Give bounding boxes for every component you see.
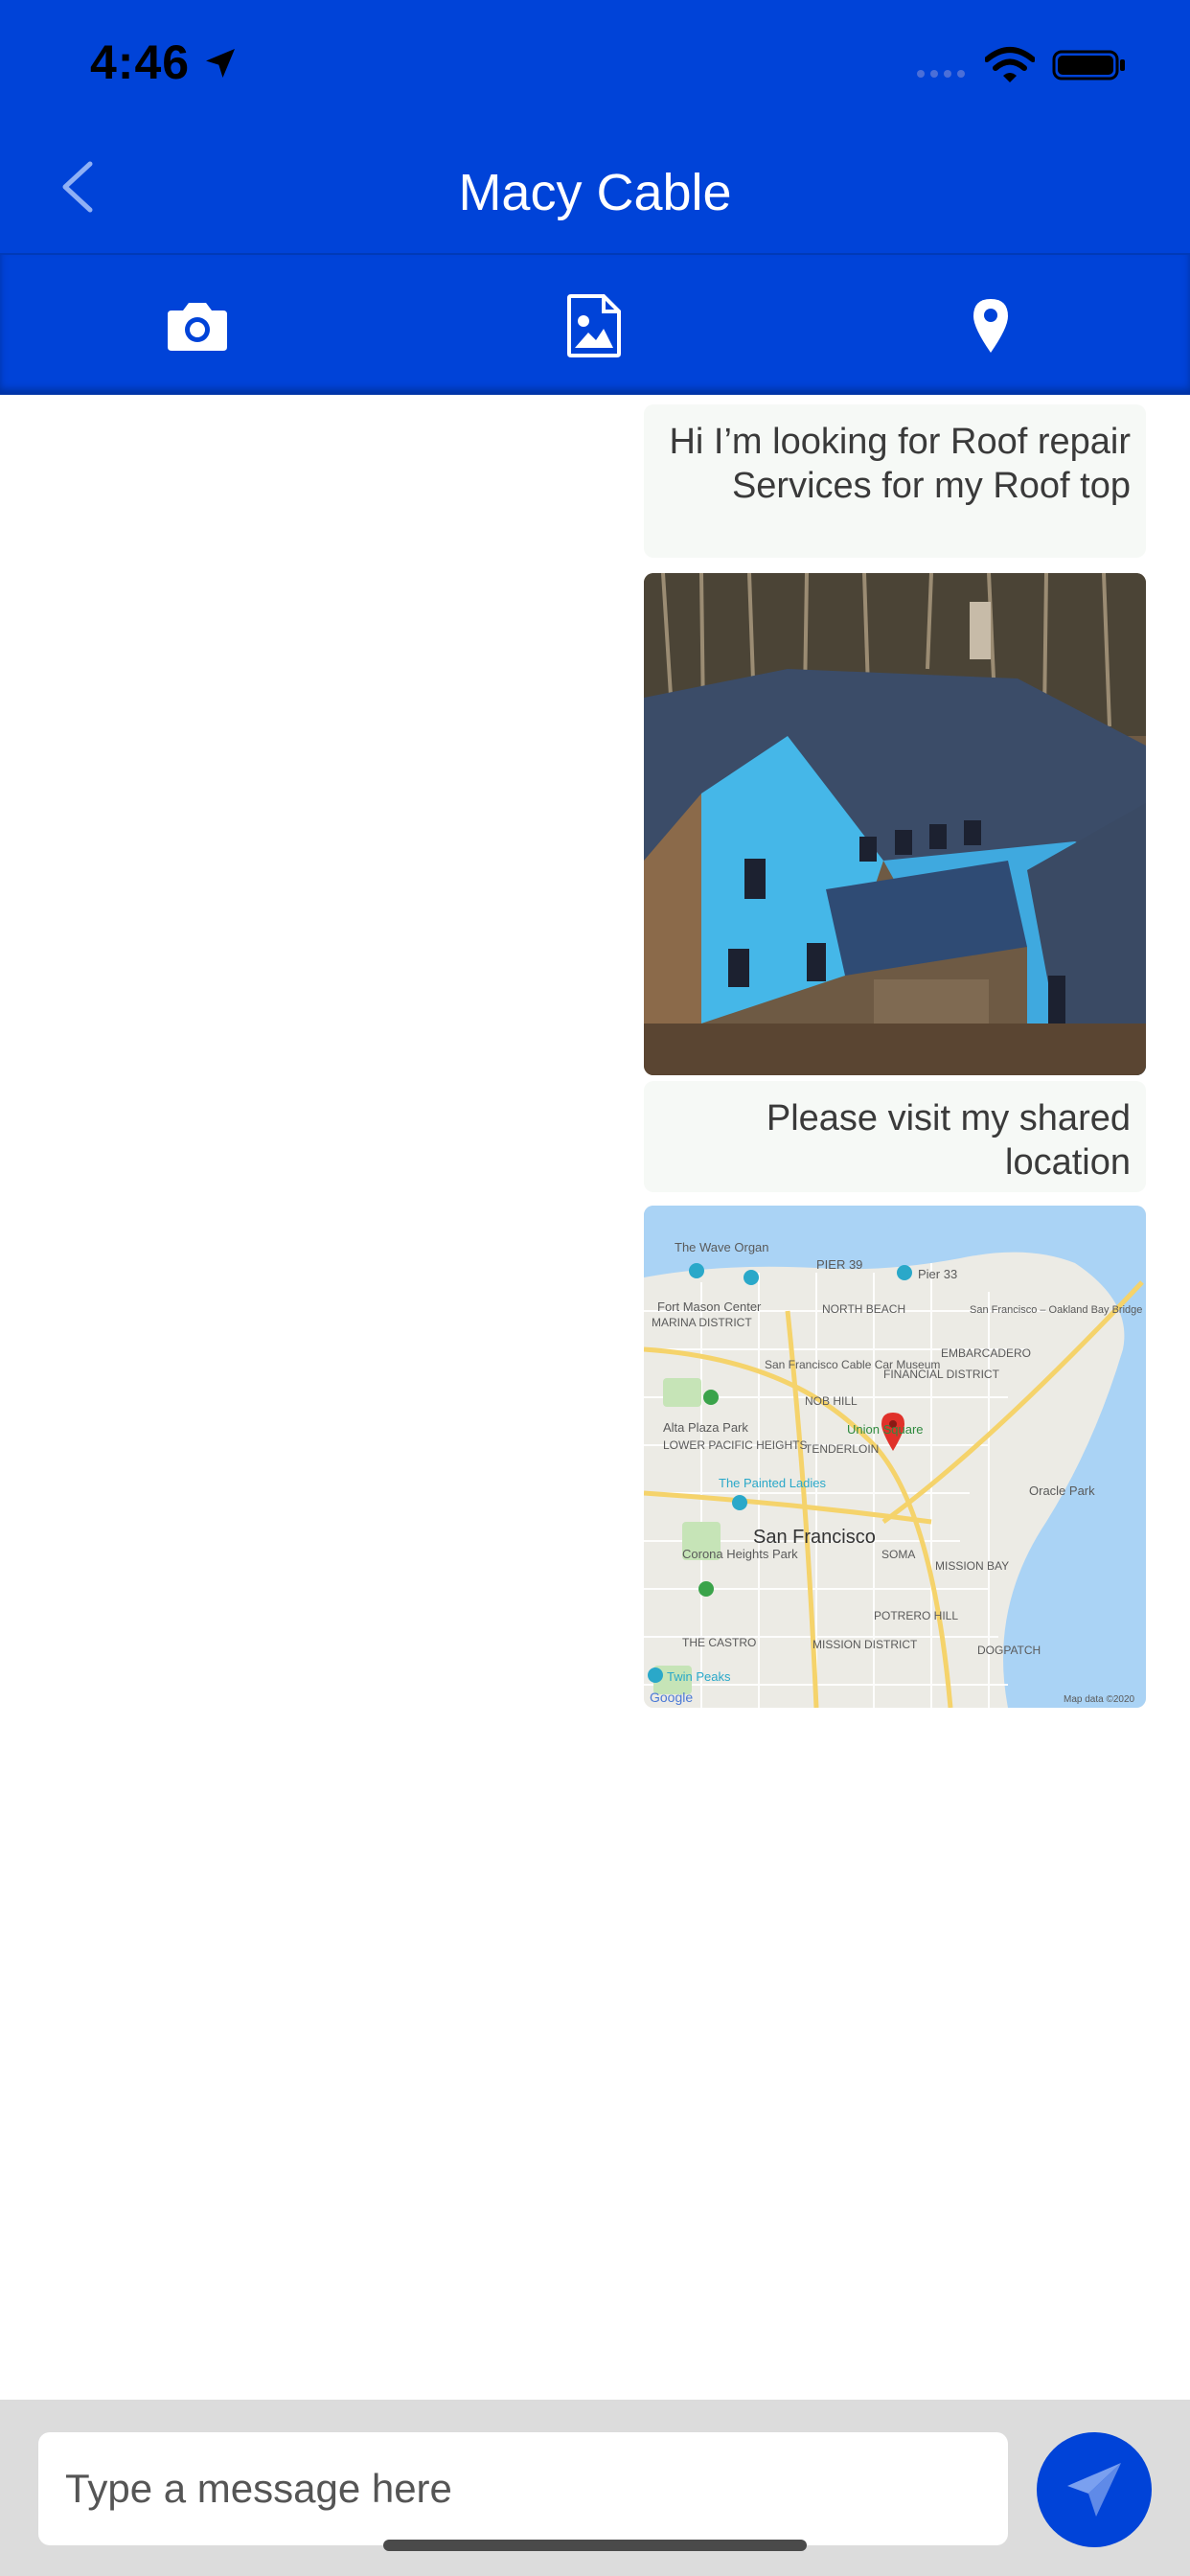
map-label: Oracle Park xyxy=(1029,1484,1095,1498)
map-label: MISSION BAY xyxy=(935,1559,1009,1573)
map-label: PIER 39 xyxy=(816,1257,862,1272)
signal-icon xyxy=(917,70,965,78)
attachment-toolbar xyxy=(0,253,1190,395)
map-label: Union Square xyxy=(847,1422,924,1437)
map-label: San Francisco – Oakland Bay Bridge xyxy=(970,1304,1142,1316)
map-label: The Painted Ladies xyxy=(719,1476,827,1490)
map-label: POTRERO HILL xyxy=(874,1609,958,1622)
message-bubble-text: Hi I’m looking for Roof repair Services … xyxy=(644,404,1146,558)
house-roof-photo xyxy=(644,573,1146,1075)
app-header: 4:46 Macy Cable xyxy=(0,0,1190,253)
battery-icon xyxy=(1052,50,1125,80)
map-attribution: Map data ©2020 xyxy=(1064,1694,1135,1705)
gallery-button[interactable] xyxy=(556,289,632,362)
map-label: Twin Peaks xyxy=(667,1669,731,1684)
map-label: Corona Heights Park xyxy=(682,1547,798,1561)
map-label: DOGPATCH xyxy=(977,1644,1041,1657)
message-list: Hi I’m looking for Roof repair Services … xyxy=(0,395,1190,2400)
status-time: 4:46 xyxy=(90,35,191,89)
map-image: The Wave Organ PIER 39 Pier 33 Fort Maso… xyxy=(644,1206,1146,1708)
camera-button[interactable] xyxy=(159,289,236,362)
message-bubble-text: Please visit my shared location xyxy=(644,1081,1146,1192)
map-label: San Francisco xyxy=(753,1527,876,1548)
map-label: MISSION DISTRICT xyxy=(812,1638,918,1651)
camera-icon xyxy=(168,303,227,351)
map-label: LOWER PACIFIC HEIGHTS xyxy=(663,1438,807,1452)
map-label: The Wave Organ xyxy=(675,1240,769,1254)
shared-location-map[interactable]: The Wave Organ PIER 39 Pier 33 Fort Maso… xyxy=(644,1206,1146,1708)
wifi-icon xyxy=(985,47,1035,82)
map-label: MARINA DISTRICT xyxy=(652,1316,752,1329)
image-icon xyxy=(567,294,621,357)
map-label: Fort Mason Center xyxy=(657,1300,762,1314)
map-label: THE CASTRO xyxy=(682,1636,756,1649)
map-label: EMBARCADERO xyxy=(941,1346,1031,1360)
conversation-title: Macy Cable xyxy=(458,164,732,221)
navigation-bar: Macy Cable xyxy=(0,125,1190,253)
location-pin-icon xyxy=(973,299,1008,353)
location-arrow-icon xyxy=(206,49,235,78)
message-input[interactable] xyxy=(38,2432,1008,2545)
map-label: Alta Plaza Park xyxy=(663,1420,748,1435)
map-label: NOB HILL xyxy=(805,1394,858,1408)
map-label: TENDERLOIN xyxy=(805,1442,879,1456)
send-icon xyxy=(1067,2463,1121,2517)
map-label: NORTH BEACH xyxy=(822,1302,905,1316)
home-indicator xyxy=(383,2540,807,2551)
map-label: SOMA xyxy=(881,1548,915,1561)
location-button[interactable] xyxy=(952,289,1029,362)
google-logo: Google xyxy=(650,1690,693,1705)
status-bar: 4:46 xyxy=(0,0,1190,125)
map-label: FINANCIAL DISTRICT xyxy=(883,1368,1000,1381)
send-button[interactable] xyxy=(1037,2432,1152,2547)
message-photo[interactable] xyxy=(644,573,1146,1075)
map-label: Pier 33 xyxy=(918,1267,957,1281)
